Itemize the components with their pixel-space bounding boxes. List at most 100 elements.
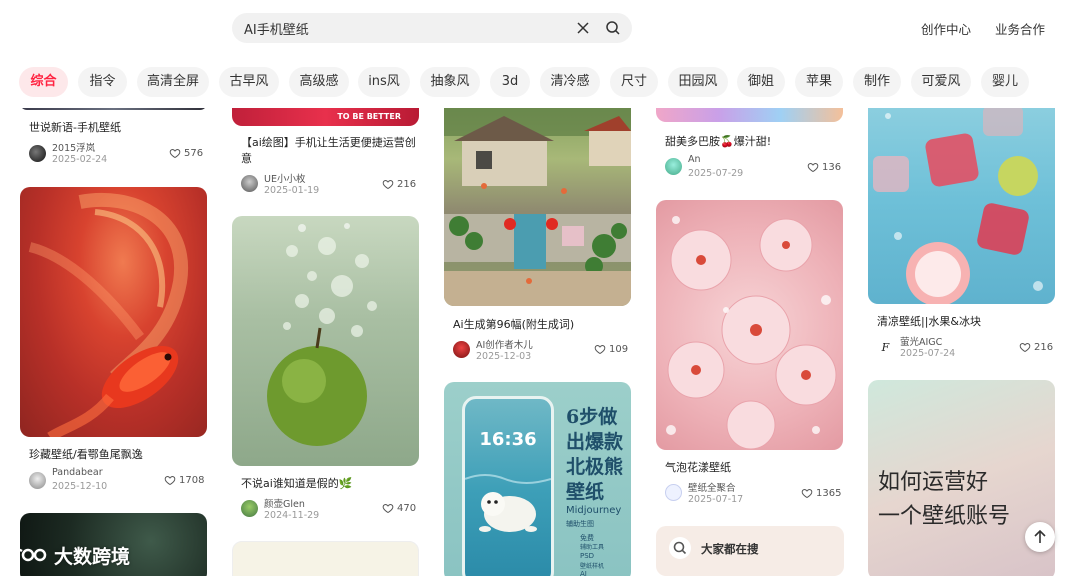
card-image-green-apple[interactable] [232,216,419,466]
card-image-betta-fish[interactable] [20,187,207,437]
heart-icon [382,179,394,190]
tab-size[interactable]: 尺寸 [610,67,658,97]
search-icon[interactable] [605,20,621,36]
avatar[interactable] [665,158,682,175]
card-date: 2025-12-03 [476,351,532,362]
heart-icon [594,344,606,355]
search-input[interactable] [244,13,564,43]
card-title[interactable]: 世说新语-手机壁纸 [29,120,204,136]
card-title[interactable]: 珍藏壁纸/看鄂鱼尾飘逸 [29,447,204,463]
fish-illustration [28,192,189,437]
pic-text-line-2: 一个壁纸账号 [878,504,1011,529]
tab-cool[interactable]: 清冷感 [540,67,600,97]
tab-hd-fullscreen[interactable]: 高清全屏 [137,67,209,97]
village-illustration [444,96,631,306]
search-box[interactable] [232,13,632,43]
card-title[interactable]: 【ai绘图】手机让生活更便捷运营创意 [241,135,416,167]
tab-baby[interactable]: 婴儿 [981,67,1029,97]
card-date: 2024-11-29 [264,510,320,521]
card-date: 2025-07-29 [688,168,744,179]
poster-subtitle: Midjourney [566,505,622,516]
card-author[interactable]: 萤光AIGC [900,334,942,348]
tab-3d[interactable]: 3d [490,67,530,97]
avatar[interactable] [241,500,258,517]
poster-title-1: 6步做 [566,406,618,428]
card-author[interactable]: 颜壶Glen [264,496,305,510]
watermark-logo-icon [10,548,47,564]
like-button[interactable]: 576 [169,147,203,159]
tab-ins[interactable]: ins风 [358,67,410,97]
business-link[interactable]: 业务合作 [995,19,1045,38]
tab-apple[interactable]: 苹果 [795,67,843,97]
card-date: 2025-02-24 [52,154,108,165]
card-author[interactable]: UE小小枚 [264,171,305,185]
avatar[interactable] [665,484,682,501]
card-title[interactable]: 不说ai谁知道是假的🌿 [241,476,416,492]
avatar[interactable] [453,341,470,358]
like-count: 216 [1034,341,1054,353]
card-author[interactable]: 2015浮岚 [52,140,95,154]
poster-list-5: AI [580,570,587,576]
heart-icon [164,475,176,486]
like-button[interactable]: 136 [807,161,841,173]
poster-title-4: 壁纸 [566,481,605,503]
avatar[interactable] [241,175,258,192]
poster-list-2: 辅助工具 [580,544,605,551]
apple-illustration [267,223,377,446]
close-icon[interactable] [575,20,591,36]
like-button[interactable]: 216 [1019,341,1053,353]
phone-time: 16:36 [479,429,537,450]
watermark-text: 大数跨境 [54,545,131,568]
card-author[interactable]: AI创作者木儿 [476,337,533,351]
like-button[interactable]: 470 [382,502,416,514]
tab-prompt[interactable]: 指令 [78,67,127,97]
hot-search-card[interactable]: 大家都在搜 [656,526,844,576]
search-icon [669,537,691,559]
tab-premium[interactable]: 高级感 [289,67,349,97]
card-image-cream[interactable] [232,541,419,576]
card-author[interactable]: 壁纸全聚合 [688,480,736,494]
tab-make[interactable]: 制作 [853,67,901,97]
ice-fruit-illustration [873,106,1043,304]
avatar[interactable] [29,472,46,489]
card-date: 2025-07-17 [688,494,744,505]
watermark: 大数跨境 [8,540,130,570]
bear-illustration [465,474,551,532]
tab-cute[interactable]: 可爱风 [911,67,971,97]
phone-mockup: 16:36 [462,396,554,576]
like-count: 470 [397,502,417,514]
category-tabs: 综合 指令 高清全屏 古早风 高级感 ins风 抽象风 3d 清冷感 尺寸 田园… [0,58,1080,108]
avatar[interactable]: F [877,339,894,356]
tab-pastoral[interactable]: 田园风 [668,67,728,97]
flowers-illustration [666,216,837,450]
card-date: 2025-01-19 [264,185,320,196]
back-to-top-button[interactable] [1025,522,1055,552]
tab-all[interactable]: 综合 [19,67,68,97]
hot-search-label: 大家都在搜 [701,542,759,556]
card-author[interactable]: An [688,154,701,165]
avatar[interactable] [29,145,46,162]
card-author[interactable]: Pandabear [52,467,103,478]
tab-retro[interactable]: 古早风 [219,67,279,97]
card-title[interactable]: Ai生成第96幅(附生成词) [453,317,628,333]
card-title[interactable]: 清凉壁纸||水果&冰块 [877,314,1052,330]
card-image-village[interactable] [444,96,631,306]
card-title[interactable]: 气泡花漾壁纸 [665,460,840,476]
creator-center-link[interactable]: 创作中心 [921,19,971,38]
card-image-polar-bear-poster[interactable]: 16:36 6步做 出爆款 北极熊 壁纸 Midjourney 辅助生图 免费 … [444,382,631,576]
heart-icon [801,488,813,499]
card-image-pink-flowers[interactable] [656,200,843,450]
top-bar: 创作中心 业务合作 [0,0,1080,58]
card-image-ice-fruit[interactable] [868,96,1055,304]
like-button[interactable]: 109 [594,343,628,355]
poster-title-2: 出爆款 [566,431,624,453]
like-button[interactable]: 216 [382,178,416,190]
pic-text-line-1: 如何运营好 [878,470,989,495]
like-button[interactable]: 1708 [164,474,204,486]
card-title[interactable]: 甜美多巴胺🍒爆汁甜! [665,134,840,150]
tab-lady[interactable]: 御姐 [737,67,785,97]
arrow-up-icon [1034,529,1046,543]
like-button[interactable]: 1365 [801,487,841,499]
like-count: 216 [397,178,417,190]
tab-abstract[interactable]: 抽象风 [420,67,480,97]
